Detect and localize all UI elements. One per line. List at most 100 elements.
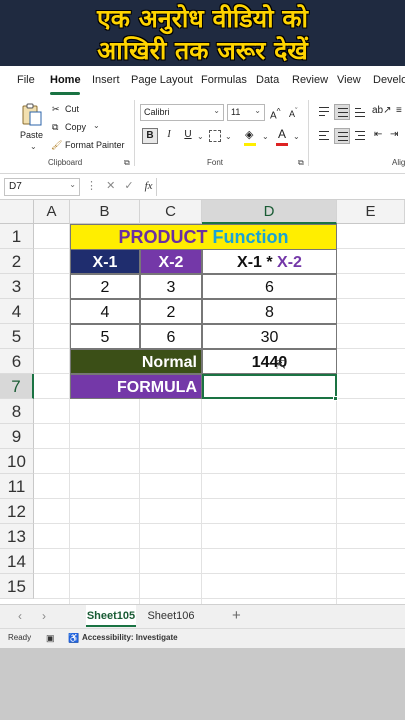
- font-color-dropdown-icon[interactable]: ⌄: [293, 132, 300, 141]
- fill-handle[interactable]: [333, 396, 338, 401]
- macro-record-icon[interactable]: ▣: [46, 633, 55, 644]
- paste-dropdown-icon[interactable]: ⌄: [30, 142, 37, 151]
- data-cell-b5[interactable]: 5: [70, 324, 140, 349]
- normal-value-cell[interactable]: 1440: [202, 349, 337, 374]
- row-header-4[interactable]: 4: [0, 299, 34, 324]
- row-header-8[interactable]: 8: [0, 399, 34, 424]
- orientation-icon[interactable]: ab↗: [372, 105, 392, 116]
- row-header-1[interactable]: 1: [0, 224, 34, 249]
- cancel-icon[interactable]: ✕: [106, 180, 115, 192]
- title-function: Function: [212, 227, 289, 247]
- decrease-indent-icon[interactable]: ⇤: [374, 129, 382, 140]
- clipboard-group-label: Clipboard: [48, 158, 83, 167]
- active-cell-d7[interactable]: [202, 374, 337, 399]
- font-launcher-icon[interactable]: ⧉: [298, 158, 304, 168]
- row-header-12[interactable]: 12: [0, 499, 34, 524]
- underline-button[interactable]: U: [180, 128, 196, 144]
- menu-data[interactable]: Data: [256, 74, 279, 86]
- menu-home[interactable]: Home: [50, 74, 81, 86]
- italic-button[interactable]: I: [161, 128, 177, 144]
- font-color-icon[interactable]: A: [278, 127, 286, 141]
- clipboard-launcher-icon[interactable]: ⧉: [124, 158, 130, 168]
- header-x1-cell[interactable]: X-1: [70, 249, 140, 274]
- paste-button[interactable]: Paste: [18, 102, 46, 142]
- sheet-tab-sheet105[interactable]: Sheet105: [86, 605, 136, 627]
- data-cell-c3[interactable]: 3: [140, 274, 202, 299]
- formula-label-cell[interactable]: FORMULA: [70, 374, 202, 399]
- menu-file[interactable]: File: [17, 74, 35, 86]
- column-header-d[interactable]: D: [202, 200, 337, 224]
- row-header-15[interactable]: 15: [0, 574, 34, 599]
- underline-dropdown-icon[interactable]: ⌄: [197, 132, 204, 141]
- align-bottom-icon[interactable]: [352, 104, 368, 120]
- row-header-7[interactable]: 7: [0, 374, 34, 399]
- column-header-c[interactable]: C: [140, 200, 202, 224]
- borders-dropdown-icon[interactable]: ⌄: [225, 132, 232, 141]
- copy-button[interactable]: Copy: [65, 122, 86, 132]
- increase-font-icon[interactable]: A^: [270, 106, 281, 121]
- header-product-cell[interactable]: X-1 * X-2: [202, 249, 337, 274]
- data-cell-d4[interactable]: 8: [202, 299, 337, 324]
- worksheet-grid[interactable]: A B C D E 1 2 3 4 5 6 7 8 9 10 11 12 13 …: [0, 200, 405, 604]
- insert-function-button[interactable]: fx: [145, 180, 153, 192]
- row-header-5[interactable]: 5: [0, 324, 34, 349]
- fill-color-dropdown-icon[interactable]: ⌄: [262, 132, 269, 141]
- align-left-icon[interactable]: [316, 128, 332, 144]
- ribbon: Paste ⌄ ✂ Cut ⧉ Copy ⌄ 🖌 Format Painter …: [0, 96, 405, 174]
- data-cell-b3[interactable]: 2: [70, 274, 140, 299]
- row-header-11[interactable]: 11: [0, 474, 34, 499]
- cut-button[interactable]: Cut: [65, 104, 79, 114]
- align-middle-icon[interactable]: [334, 104, 350, 120]
- borders-icon[interactable]: [209, 130, 221, 142]
- data-cell-d5[interactable]: 30: [202, 324, 337, 349]
- enter-icon[interactable]: ✓: [124, 180, 133, 192]
- table-title-cell[interactable]: PRODUCT Function: [70, 224, 337, 250]
- menu-insert[interactable]: Insert: [92, 74, 120, 86]
- normal-label-cell[interactable]: Normal: [70, 349, 202, 374]
- increase-indent-icon[interactable]: ⇥: [390, 129, 398, 140]
- format-painter-button[interactable]: Format Painter: [65, 140, 125, 150]
- menu-page-layout[interactable]: Page Layout: [131, 74, 193, 86]
- status-bar: Ready ▣ ♿ Accessibility: Investigate: [0, 628, 405, 648]
- row-header-9[interactable]: 9: [0, 424, 34, 449]
- menu-review[interactable]: Review: [292, 74, 328, 86]
- column-header-e[interactable]: E: [337, 200, 405, 224]
- font-size-select[interactable]: 11 ⌄: [227, 104, 265, 121]
- ribbon-separator: [308, 100, 309, 166]
- row-header-6[interactable]: 6: [0, 349, 34, 374]
- fill-color-icon[interactable]: ◈: [245, 128, 253, 141]
- sheet-tab-sheet106[interactable]: Sheet106: [144, 605, 198, 627]
- name-box[interactable]: D7 ⌄: [4, 178, 80, 196]
- align-center-icon[interactable]: [334, 128, 350, 144]
- row-header-10[interactable]: 10: [0, 449, 34, 474]
- gridline: [34, 573, 405, 574]
- font-name-select[interactable]: Calibri ⌄: [140, 104, 224, 121]
- align-right-icon[interactable]: [352, 128, 368, 144]
- data-cell-d3[interactable]: 6: [202, 274, 337, 299]
- data-cell-c4[interactable]: 2: [140, 299, 202, 324]
- menu-view[interactable]: View: [337, 74, 361, 86]
- column-header-b[interactable]: B: [70, 200, 140, 224]
- excel-window: File Home Insert Page Layout Formulas Da…: [0, 66, 405, 648]
- bold-button[interactable]: B: [142, 128, 158, 144]
- data-cell-c5[interactable]: 6: [140, 324, 202, 349]
- menu-developer[interactable]: Develo: [373, 74, 405, 86]
- decrease-font-icon[interactable]: Aˇ: [289, 106, 298, 119]
- align-top-icon[interactable]: [316, 104, 332, 120]
- scroll-left-icon[interactable]: ‹: [18, 609, 22, 623]
- menu-formulas[interactable]: Formulas: [201, 74, 247, 86]
- accessibility-status[interactable]: Accessibility: Investigate: [82, 633, 178, 642]
- scroll-right-icon[interactable]: ›: [42, 609, 46, 623]
- row-header-14[interactable]: 14: [0, 549, 34, 574]
- formula-input[interactable]: [156, 178, 405, 196]
- row-header-2[interactable]: 2: [0, 249, 34, 274]
- add-sheet-button[interactable]: +: [232, 607, 241, 624]
- row-header-13[interactable]: 13: [0, 524, 34, 549]
- select-all-corner[interactable]: [0, 200, 34, 224]
- data-cell-b4[interactable]: 4: [70, 299, 140, 324]
- copy-dropdown-icon[interactable]: ⌄: [93, 121, 100, 130]
- row-header-3[interactable]: 3: [0, 274, 34, 299]
- header-x2-cell[interactable]: X-2: [140, 249, 202, 274]
- wrap-text-icon[interactable]: ≡: [396, 105, 402, 116]
- column-header-a[interactable]: A: [34, 200, 70, 224]
